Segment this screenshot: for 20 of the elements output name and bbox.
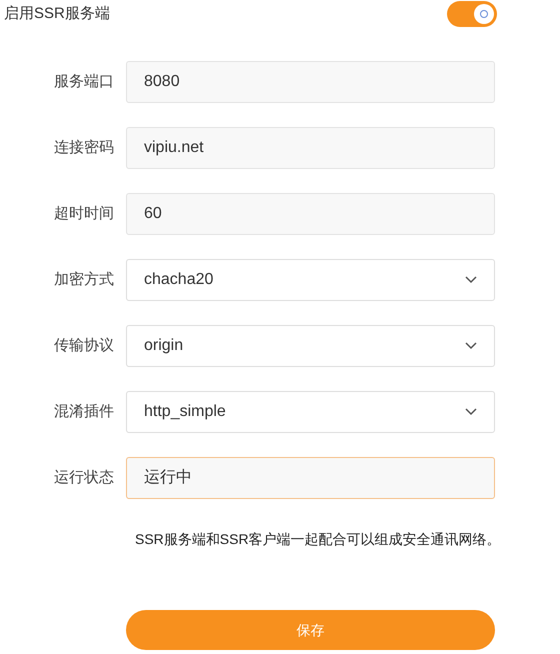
dropdown[interactable]: origin bbox=[126, 325, 495, 367]
input-field[interactable]: 60 bbox=[126, 193, 495, 235]
field-label: 连接密码 bbox=[53, 138, 115, 158]
status-field[interactable]: 运行中 bbox=[126, 457, 495, 499]
toggle-label: 启用SSR服务端 bbox=[4, 4, 110, 24]
field-label: 运行状态 bbox=[53, 468, 115, 488]
chevron-down-icon bbox=[465, 408, 477, 416]
input-field[interactable]: vipiu.net bbox=[126, 127, 495, 169]
field-label: 超时时间 bbox=[53, 204, 115, 224]
help-text: SSR服务端和SSR客户端一起配合可以组成安全通讯网络。 bbox=[135, 530, 502, 549]
dropdown[interactable]: chacha20 bbox=[126, 259, 495, 301]
toggle-switch[interactable] bbox=[447, 1, 497, 27]
field-label: 服务端口 bbox=[53, 72, 115, 92]
dropdown[interactable]: http_simple bbox=[126, 391, 495, 433]
field-label: 混淆插件 bbox=[53, 402, 115, 422]
input-field[interactable]: 8080 bbox=[126, 61, 495, 103]
chevron-down-icon bbox=[465, 342, 477, 350]
field-label: 加密方式 bbox=[53, 270, 115, 290]
chevron-down-icon bbox=[465, 276, 477, 284]
field-label: 传输协议 bbox=[53, 336, 115, 356]
